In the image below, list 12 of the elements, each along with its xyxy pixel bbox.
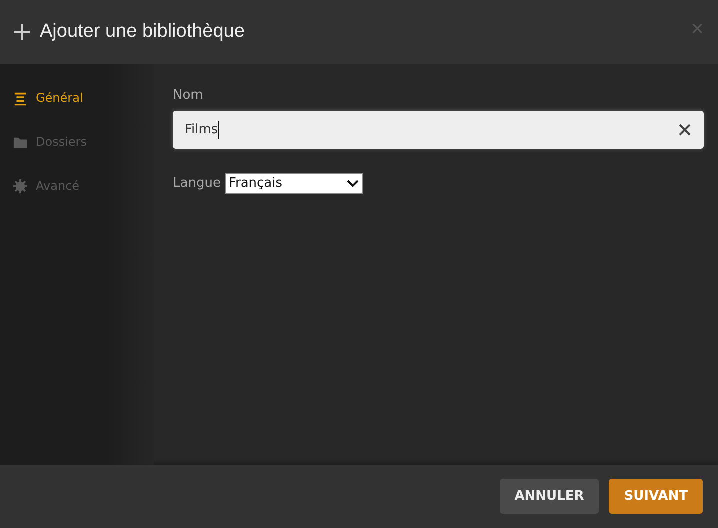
- clear-icon[interactable]: [678, 123, 692, 137]
- chevron-down-icon: [346, 178, 359, 188]
- cancel-button[interactable]: ANNULER: [500, 479, 600, 514]
- input-field[interactable]: Films: [173, 111, 704, 149]
- list-icon: [13, 90, 28, 106]
- gear-icon: [13, 178, 28, 194]
- window-title: Ajouter une bibliothèque: [40, 21, 246, 43]
- language-dropdown[interactable]: Français: [224, 173, 363, 194]
- sidebar-item[interactable]: Général: [0, 76, 154, 120]
- field-label: Nom: [173, 88, 204, 103]
- plus-icon: [14, 24, 30, 40]
- field-label: Langue: [173, 176, 221, 191]
